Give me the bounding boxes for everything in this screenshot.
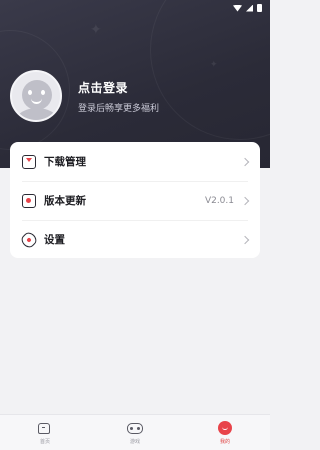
sparkle-icon: ✦ [210,60,218,70]
avatar-body [16,108,58,120]
header-decoration [150,0,270,140]
tab-label: 游戏 [129,438,140,445]
wifi-icon [233,4,242,12]
menu-item-version-update[interactable]: 版本更新 V2.0.1 [10,181,260,220]
download-icon [22,154,36,169]
login-title[interactable]: 点击登录 [78,79,159,96]
login-section[interactable]: 点击登录 登录后畅享更多福利 [10,70,159,122]
menu-item-label: 版本更新 [44,195,86,207]
chevron-right-icon [240,157,250,166]
chevron-right-icon [240,196,250,205]
login-subtitle: 登录后畅享更多福利 [78,103,160,114]
tab-label: 首页 [39,438,50,445]
signal-icon [246,4,253,12]
menu-item-settings[interactable]: 设置 [10,220,260,259]
avatar[interactable] [10,70,62,122]
status-bar [0,0,270,16]
menu-item-download-manager[interactable]: 下载管理 [10,142,260,181]
tab-home[interactable]: 首页 [15,421,75,445]
login-text[interactable]: 点击登录 登录后畅享更多福利 [78,79,159,114]
battery-icon [257,4,262,12]
sparkle-icon: ✦ [90,22,102,38]
home-icon [38,422,50,434]
gamepad-icon [127,422,143,434]
profile-icon [218,420,232,435]
menu-item-label: 下载管理 [44,156,86,168]
update-icon [22,193,36,208]
tab-label: 我的 [219,438,230,445]
menu-card: 下载管理 版本更新 V2.0.1 设置 [10,142,260,258]
chevron-right-icon [240,235,250,244]
tab-games[interactable]: 游戏 [105,421,165,445]
tab-profile[interactable]: 我的 [195,420,255,445]
settings-icon [19,229,39,250]
version-value: V2.0.1 [204,195,234,206]
menu-item-label: 设置 [44,234,65,246]
bottom-tab-bar: 首页 游戏 我的 [0,414,270,450]
avatar-face-icon [22,80,52,110]
